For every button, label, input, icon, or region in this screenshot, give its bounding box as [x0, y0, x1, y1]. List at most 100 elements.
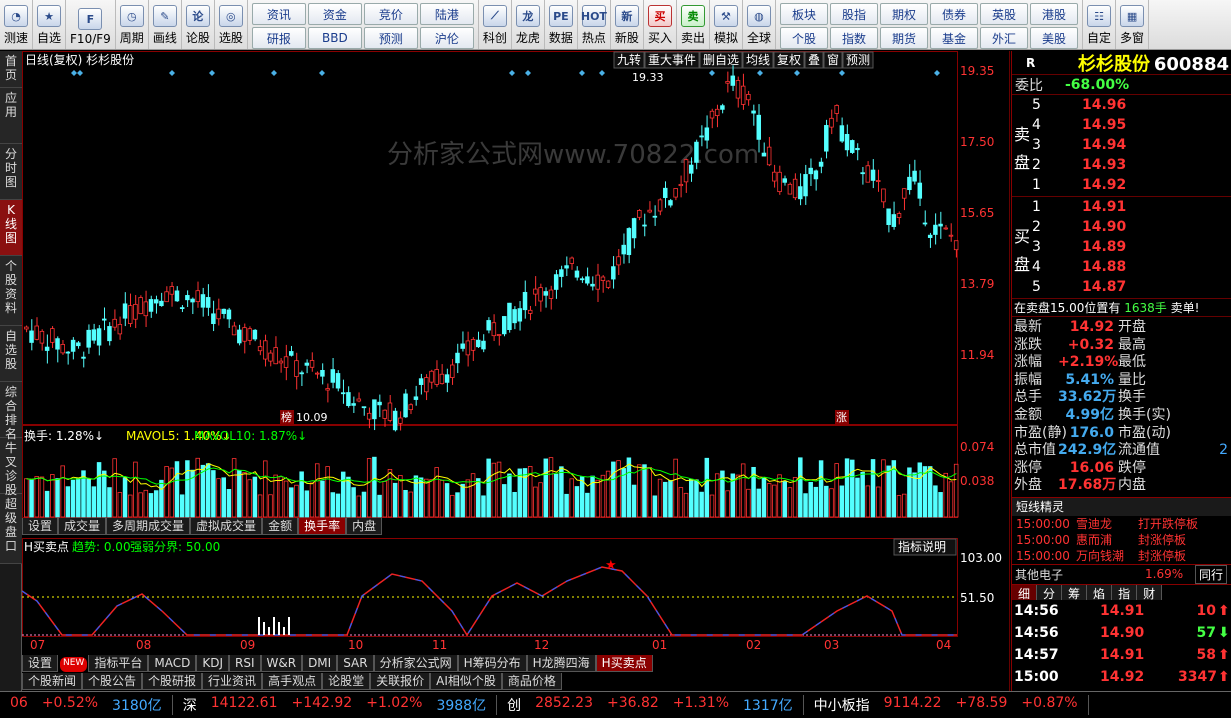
toolbar-mid-button-0[interactable]: ⟋ 科创: [479, 0, 512, 49]
event-marker[interactable]: [71, 70, 77, 76]
event-marker[interactable]: [77, 70, 83, 76]
toolbar-mid-button-8[interactable]: ◍ 全球: [743, 0, 776, 49]
sub3-tab-2[interactable]: 个股研报: [142, 673, 203, 690]
sub3-tab-7[interactable]: AI相似个股: [430, 673, 502, 690]
orderbook-row[interactable]: 5 14.87: [1032, 279, 1126, 299]
left-tab-2[interactable]: 分时图: [0, 144, 22, 200]
toolbar-mid-button-7[interactable]: ⚒ 模拟: [710, 0, 743, 49]
orderbook-row[interactable]: 5 14.96: [1032, 97, 1126, 117]
sub2-tab-10[interactable]: H龙腾四海: [526, 655, 596, 672]
event-marker[interactable]: [709, 70, 715, 76]
sub2-tab-0[interactable]: 设置: [22, 655, 59, 672]
sub2-tab-2[interactable]: MACD: [148, 655, 197, 672]
toolbar-grid-a-button-5[interactable]: BBD: [307, 27, 362, 49]
toolbar-grid-a-button-7[interactable]: 沪伦: [419, 27, 474, 49]
toolbar-right-button-1[interactable]: ▦ 多窗: [1116, 0, 1150, 49]
toolbar-grid-a-button-1[interactable]: 资金: [307, 3, 362, 25]
index-group-2[interactable]: 创 2852.23 +36.82 +1.31% 1317亿: [497, 695, 804, 715]
toolbar-grid-a-button-3[interactable]: 陆港: [419, 3, 474, 25]
toolbar-left-button-6[interactable]: ◎ 选股: [215, 0, 248, 49]
toolbar-mid-button-4[interactable]: 新新股: [611, 0, 644, 49]
toolbar-left-button-5[interactable]: 论论股: [182, 0, 215, 49]
tick-tab-0[interactable]: 细: [1012, 584, 1038, 601]
sub2-tab-5[interactable]: W&R: [260, 655, 303, 672]
left-tab-4[interactable]: 个股资料: [0, 256, 22, 326]
toolbar-mid-button-5[interactable]: 买买入: [644, 0, 677, 49]
sub3-tab-0[interactable]: 个股新闻: [22, 673, 83, 690]
left-tab-7[interactable]: 牛叉诊股: [0, 438, 22, 497]
event-marker[interactable]: [579, 70, 585, 76]
kline-chart-panel[interactable]: 分析家公式网www.70822.com 日线(复权) 杉杉股份 九转 重大事件 删自选均…: [21, 51, 1010, 691]
toolbar-mid-button-3[interactable]: HOT 热点: [578, 0, 611, 49]
toolbar-grid-b-button-7[interactable]: 指数: [830, 27, 878, 49]
event-marker[interactable]: [169, 70, 175, 76]
event-marker[interactable]: [509, 70, 515, 76]
event-marker[interactable]: [839, 70, 845, 76]
toolbar-grid-a-button-6[interactable]: 预测: [363, 27, 418, 49]
event-marker[interactable]: [934, 70, 940, 76]
sub1-tab-6[interactable]: 内盘: [346, 518, 383, 535]
toolbar-left-button-0[interactable]: ◔ 测速: [0, 0, 34, 49]
left-tab-6[interactable]: 综合排名: [0, 382, 22, 441]
toolbar-mid-button-2[interactable]: PE 数据: [545, 0, 578, 49]
left-tab-1[interactable]: 应用: [0, 88, 22, 144]
orderbook-row[interactable]: 4 14.88: [1032, 259, 1126, 279]
toolbar-grid-a-button-0[interactable]: 资讯: [251, 3, 306, 25]
left-tab-8[interactable]: 超级盘口: [0, 494, 22, 564]
toolbar-left-button-2[interactable]: F F10/F9: [66, 0, 116, 49]
toolbar-grid-b-button-9[interactable]: 基金: [930, 27, 978, 49]
sub3-tab-5[interactable]: 论股堂: [322, 673, 371, 690]
orderbook-row[interactable]: 3 14.94: [1032, 137, 1126, 157]
orderbook-row[interactable]: 3 14.89: [1032, 239, 1126, 259]
event-marker[interactable]: [794, 70, 800, 76]
sub3-tab-4[interactable]: 高手观点: [262, 673, 323, 690]
sub2-tab-11[interactable]: H买卖点: [595, 655, 653, 672]
toolbar-grid-b-button-5[interactable]: 港股: [1030, 3, 1078, 25]
left-tab-5[interactable]: 自选股: [0, 326, 22, 382]
sub3-tab-6[interactable]: 关联报价: [370, 673, 431, 690]
elf-row[interactable]: 15:00:00 万向钱潮 封涨停板: [1012, 548, 1231, 564]
orderbook-row[interactable]: 1 14.92: [1032, 177, 1126, 197]
index-group-3[interactable]: 中小板指 9114.22 +78.59 +0.87%: [804, 695, 1089, 715]
tick-tab-2[interactable]: 筹: [1062, 584, 1088, 601]
sub3-tab-3[interactable]: 行业资讯: [202, 673, 263, 690]
sub1-tab-5[interactable]: 换手率: [298, 518, 347, 535]
toolbar-mid-button-1[interactable]: 龙龙虎: [512, 0, 545, 49]
toolbar-grid-b-button-10[interactable]: 外汇: [980, 27, 1028, 49]
index-group-0[interactable]: 06 +0.52% 3180亿: [0, 695, 173, 715]
event-marker[interactable]: [271, 70, 277, 76]
sub1-tab-1[interactable]: 成交量: [58, 518, 107, 535]
toolbar-mid-button-6[interactable]: 卖卖出: [677, 0, 710, 49]
sub2-tab-1[interactable]: 指标平台: [88, 655, 149, 672]
tick-tab-1[interactable]: 分: [1037, 584, 1063, 601]
sub1-tab-2[interactable]: 多周期成交量: [106, 518, 191, 535]
sub2-tab-8[interactable]: 分析家公式网: [373, 655, 458, 672]
orderbook-row[interactable]: 2 14.90: [1032, 219, 1126, 239]
orderbook-row[interactable]: 1 14.91: [1032, 199, 1126, 219]
toolbar-left-button-3[interactable]: ◷ 周期: [116, 0, 149, 49]
toolbar-grid-b-button-0[interactable]: 板块: [780, 3, 828, 25]
toolbar-grid-b-button-3[interactable]: 债券: [930, 3, 978, 25]
index-group-1[interactable]: 深 14122.61 +142.92 +1.02% 3988亿: [173, 695, 498, 715]
sub3-tab-1[interactable]: 个股公告: [82, 673, 143, 690]
event-marker[interactable]: [599, 70, 605, 76]
kline-chart-svg[interactable]: 分析家公式网www.70822.com 日线(复权) 杉杉股份 九转 重大事件 删自选均…: [21, 51, 1010, 691]
sub1-tab-0[interactable]: 设置: [22, 518, 59, 535]
left-tab-0[interactable]: 首页: [0, 51, 22, 88]
elf-row[interactable]: 15:00:00 惠而浦 封涨停板: [1012, 532, 1231, 548]
toolbar-grid-b-button-8[interactable]: 期货: [880, 27, 928, 49]
toolbar-grid-b-button-4[interactable]: 英股: [980, 3, 1028, 25]
toolbar-grid-b-button-6[interactable]: 个股: [780, 27, 828, 49]
toolbar-grid-b-button-11[interactable]: 美股: [1030, 27, 1078, 49]
sub2-tab-6[interactable]: DMI: [302, 655, 338, 672]
event-marker[interactable]: [209, 70, 215, 76]
sub2-tab-4[interactable]: RSI: [229, 655, 261, 672]
sub2-tab-3[interactable]: KDJ: [196, 655, 229, 672]
orderbook-row[interactable]: 2 14.93: [1032, 157, 1126, 177]
sub3-tab-8[interactable]: 商品价格: [501, 673, 562, 690]
orderbook-row[interactable]: 4 14.95: [1032, 117, 1126, 137]
event-marker[interactable]: [525, 70, 531, 76]
elf-title[interactable]: 短线精灵: [1012, 497, 1231, 516]
elf-row[interactable]: 15:00:00 雪迪龙 打开跌停板: [1012, 516, 1231, 532]
toolbar-left-button-1[interactable]: ★ 自选: [33, 0, 67, 49]
